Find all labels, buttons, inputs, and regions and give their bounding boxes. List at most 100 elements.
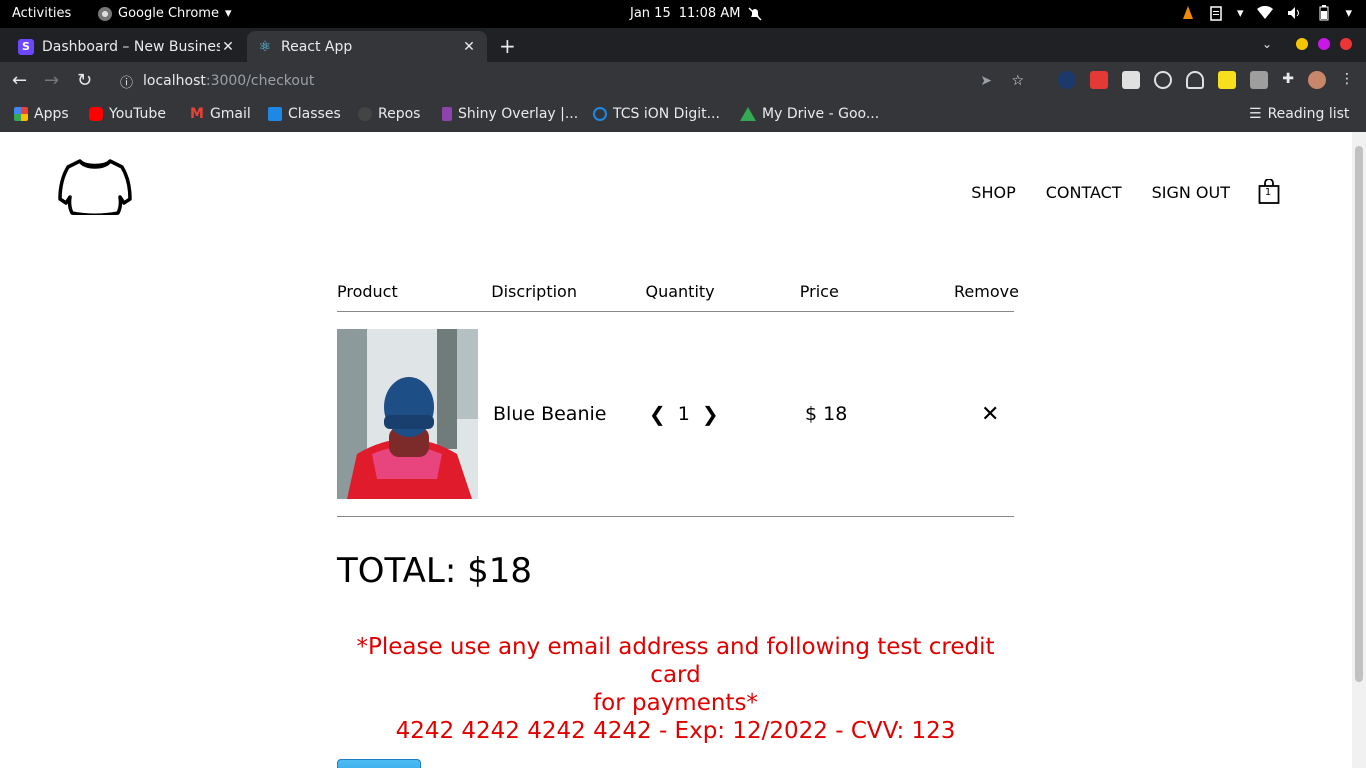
- react-favicon-icon: ⚛: [258, 38, 272, 55]
- url-host: localhost: [143, 73, 206, 89]
- tab-strip: S Dashboard – New Busines ✕ ⚛ React App …: [0, 28, 1366, 62]
- nav-shop[interactable]: SHOP: [971, 183, 1015, 202]
- url-path: :3000/checkout: [205, 73, 315, 89]
- shiny-icon: [442, 107, 452, 121]
- bookmark-my-drive[interactable]: My Drive - Goo...: [740, 106, 879, 122]
- reload-icon[interactable]: ↻: [77, 70, 92, 91]
- tab-dashboard[interactable]: S Dashboard – New Busines ✕: [8, 31, 246, 62]
- bookmark-shiny-overlay[interactable]: Shiny Overlay |...: [442, 106, 578, 122]
- system-tray[interactable]: ▾ ▾: [1181, 5, 1352, 21]
- bookmarks-bar: Apps YouTube M Gmail Classes Repos Shiny…: [0, 99, 1366, 132]
- clock[interactable]: Jan 15 11:08 AM: [630, 6, 762, 21]
- back-icon[interactable]: ←: [12, 70, 27, 91]
- cart-count: 1: [1264, 187, 1272, 198]
- forward-icon[interactable]: →: [44, 70, 59, 91]
- gmail-icon: M: [190, 106, 204, 122]
- checkout-header: Product Discription Quantity Price Remov…: [337, 282, 1019, 312]
- system-top-bar: Activities Google Chrome ▾ Jan 15 11:08 …: [0, 0, 1366, 28]
- bookmark-label: Repos: [378, 106, 421, 122]
- close-tab-icon[interactable]: ✕: [220, 39, 236, 55]
- product-name: Blue Beanie: [493, 403, 607, 425]
- info-icon[interactable]: ⓘ: [120, 72, 133, 91]
- header-description: Discription: [491, 282, 577, 301]
- chevron-down-icon: ▾: [1236, 5, 1244, 21]
- extension-icon[interactable]: [1154, 71, 1173, 89]
- remove-item-button[interactable]: ✕: [961, 402, 999, 427]
- bookmark-label: My Drive - Goo...: [762, 106, 880, 122]
- bookmark-repos[interactable]: Repos: [358, 106, 420, 122]
- checkout-item: Blue Beanie ❮ 1 ❯ $ 18 ✕: [337, 312, 1014, 517]
- js-icon[interactable]: [1218, 71, 1237, 89]
- bookmark-classes[interactable]: Classes: [268, 106, 341, 122]
- product-price: $ 18: [805, 403, 848, 425]
- avatar[interactable]: [1308, 71, 1326, 89]
- github-icon: [358, 107, 372, 121]
- reading-list-label: Reading list: [1267, 106, 1350, 122]
- bookmark-label: Shiny Overlay |...: [458, 106, 579, 122]
- address-bar[interactable]: ⓘ localhost:3000/checkout ➤ ☆: [108, 66, 1028, 96]
- quantity-stepper: ❮ 1 ❯: [649, 402, 805, 426]
- nav-contact[interactable]: CONTACT: [1046, 183, 1122, 202]
- warning-line: 4242 4242 4242 4242 - Exp: 12/2022 - CVV…: [395, 718, 956, 744]
- menu-icon[interactable]: ⋮: [1340, 71, 1354, 89]
- test-card-warning: *Please use any email address and follow…: [337, 633, 1014, 745]
- volume-icon: [1288, 7, 1300, 19]
- bookmark-youtube[interactable]: YouTube: [89, 106, 166, 122]
- close-tab-icon[interactable]: ✕: [461, 39, 477, 55]
- pay-now-button[interactable]: Pay Now: [337, 759, 421, 768]
- extension-icon[interactable]: [1090, 71, 1109, 89]
- scrollbar-thumb[interactable]: [1355, 146, 1363, 682]
- page-scrollbar[interactable]: [1352, 132, 1366, 768]
- reading-list-icon: ☰: [1249, 106, 1262, 122]
- activities-button[interactable]: Activities: [12, 6, 71, 21]
- main-nav: SHOP CONTACT SIGN OUT 1: [971, 178, 1280, 205]
- bookmark-label: YouTube: [109, 106, 166, 122]
- header-remove: Remove: [954, 282, 1019, 301]
- tab-search-icon[interactable]: ⌄: [1262, 37, 1272, 51]
- shirt-logo-icon[interactable]: [58, 157, 132, 215]
- tab-react-app[interactable]: ⚛ React App ✕: [247, 31, 487, 62]
- bookmark-label: Classes: [288, 106, 341, 122]
- star-icon[interactable]: ☆: [1011, 73, 1024, 89]
- warning-line: for payments*: [593, 690, 758, 716]
- bookmark-tcs-ion[interactable]: TCS iON Digit...: [593, 106, 720, 122]
- lightbulb-icon[interactable]: [1186, 71, 1205, 89]
- reading-list[interactable]: ☰ Reading list: [1249, 106, 1349, 122]
- product-image: [337, 329, 478, 499]
- extension-icon[interactable]: [1122, 71, 1141, 89]
- app-menu[interactable]: Google Chrome ▾: [98, 6, 232, 21]
- extensions-bar: ✚ ⋮: [1058, 71, 1354, 89]
- time: 11:08 AM: [678, 6, 741, 21]
- browser-toolbar: ← → ↻ ⓘ localhost:3000/checkout ➤ ☆ ✚ ⋮: [0, 62, 1366, 99]
- total-amount: TOTAL: $18: [337, 551, 533, 591]
- bookmark-label: Gmail: [209, 106, 251, 122]
- puzzle-icon[interactable]: ✚: [1282, 71, 1294, 89]
- bookmark-label: Apps: [34, 106, 69, 122]
- page-viewport: SHOP CONTACT SIGN OUT 1 Product Discript…: [0, 132, 1352, 768]
- clipboard-icon: [1210, 6, 1222, 21]
- extension-icon[interactable]: [1250, 71, 1269, 89]
- close-window-button[interactable]: [1340, 38, 1352, 50]
- checkout-page: Product Discription Quantity Price Remov…: [337, 282, 1019, 768]
- chrome-icon: [98, 6, 112, 21]
- drive-icon: [740, 107, 756, 121]
- chevron-down-icon: ▾: [1345, 5, 1352, 21]
- date: Jan 15: [630, 6, 671, 21]
- vlc-icon: [1182, 6, 1193, 19]
- classroom-icon: [268, 107, 282, 121]
- chevron-down-icon: ▾: [224, 6, 232, 21]
- extension-icon[interactable]: [1058, 71, 1077, 89]
- bookmark-apps[interactable]: Apps: [14, 106, 69, 122]
- nav-sign-out[interactable]: SIGN OUT: [1152, 183, 1230, 202]
- header-quantity: Quantity: [645, 282, 715, 301]
- send-icon[interactable]: ➤: [980, 73, 992, 89]
- cart-button[interactable]: 1: [1258, 178, 1280, 205]
- apps-grid-icon: [14, 107, 28, 121]
- bookmark-gmail[interactable]: M Gmail: [190, 106, 251, 122]
- maximize-button[interactable]: [1318, 38, 1330, 50]
- minimize-button[interactable]: [1296, 38, 1308, 50]
- warning-line: *Please use any email address and follow…: [356, 634, 995, 688]
- decrease-quantity-button[interactable]: ❮: [649, 402, 666, 426]
- new-tab-button[interactable]: +: [499, 34, 516, 58]
- increase-quantity-button[interactable]: ❯: [702, 402, 719, 426]
